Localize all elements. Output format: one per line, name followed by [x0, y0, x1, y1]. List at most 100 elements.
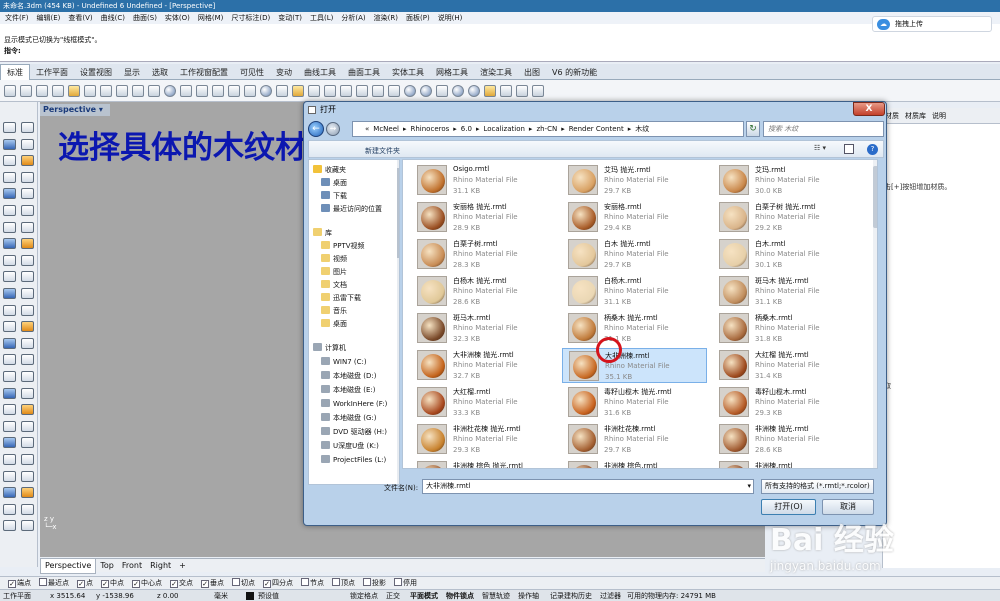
breadcrumb-item[interactable]: Localization: [483, 125, 524, 133]
left-tool-icon[interactable]: [21, 155, 34, 167]
file-item[interactable]: 艾玛 抛光.rmtl Rhino Material File 29.7 KB: [562, 163, 707, 198]
checkbox[interactable]: ✓: [101, 580, 109, 588]
left-tool-icon[interactable]: [3, 387, 16, 399]
right-panel-tab[interactable]: 说明: [929, 108, 949, 124]
menu-item[interactable]: 尺寸标注(D): [231, 14, 270, 22]
file-item[interactable]: 非洲楝.rmtl: [713, 459, 858, 468]
toolbar-tool-icon[interactable]: [436, 84, 448, 97]
nav-item[interactable]: 视频: [321, 254, 347, 264]
left-tool-icon[interactable]: [21, 337, 34, 349]
toolbar-tab[interactable]: 变动: [270, 65, 298, 81]
zoom-icon[interactable]: [196, 84, 208, 97]
checkbox[interactable]: ✓: [263, 580, 271, 588]
file-item[interactable]: 大非洲楝.rmtl Rhino Material File 35.1 KB: [562, 348, 707, 383]
cloud-upload-button[interactable]: ☁ 拖拽上传: [872, 16, 992, 32]
toolbar-tool-icon[interactable]: [516, 84, 528, 97]
breadcrumb-separator-icon[interactable]: ▸: [628, 125, 632, 133]
menu-item[interactable]: 说明(H): [438, 14, 463, 22]
filename-input[interactable]: 大非洲楝.rmtl ▾: [422, 479, 754, 494]
left-tool-icon[interactable]: [21, 371, 34, 382]
left-tool-icon[interactable]: [3, 371, 16, 382]
toolbar-tool-icon[interactable]: [356, 84, 368, 97]
left-tool-icon[interactable]: [3, 205, 16, 216]
left-tool-icon[interactable]: [3, 404, 16, 416]
toolbar-tab[interactable]: 出图: [518, 65, 546, 81]
left-tool-icon[interactable]: [21, 404, 34, 416]
left-tool-icon[interactable]: [3, 138, 16, 150]
file-item[interactable]: 斑马木 抛光.rmtl Rhino Material File 31.1 KB: [713, 274, 858, 309]
file-item[interactable]: 斑马木.rmtl Rhino Material File 32.3 KB: [411, 311, 556, 346]
file-list-scrollbar[interactable]: [873, 160, 877, 468]
breadcrumb-separator-icon[interactable]: ▸: [453, 125, 457, 133]
left-tool-icon[interactable]: [21, 205, 34, 216]
breadcrumb-separator-icon[interactable]: «: [365, 125, 369, 133]
close-button[interactable]: X: [853, 102, 885, 116]
viewport-tab[interactable]: +: [175, 559, 190, 573]
left-tool-icon[interactable]: [21, 188, 34, 200]
checkbox[interactable]: [39, 578, 47, 586]
right-panel-tab[interactable]: 材质库: [902, 108, 929, 124]
nav-item[interactable]: PPTV视频: [321, 241, 365, 251]
open-icon[interactable]: [20, 84, 32, 97]
forward-button[interactable]: →: [326, 122, 340, 136]
status-cplane[interactable]: 工作平面: [3, 590, 31, 601]
osnap-option[interactable]: 最近点: [35, 578, 69, 587]
left-tool-icon[interactable]: [3, 254, 16, 266]
osnap-option[interactable]: 投影: [359, 578, 386, 587]
toolbar-tool-icon[interactable]: [324, 84, 336, 97]
toolbar-tab[interactable]: 曲面工具: [342, 65, 386, 81]
toolbar-tab[interactable]: 可见性: [234, 65, 270, 81]
nav-item[interactable]: 桌面: [321, 319, 347, 329]
toolbar-tab[interactable]: 实体工具: [386, 65, 430, 81]
menu-item[interactable]: 编辑(E): [37, 14, 61, 22]
file-item[interactable]: 大非洲楝 抛光.rmtl Rhino Material File 32.7 KB: [411, 348, 556, 383]
file-item[interactable]: 大红榴.rmtl Rhino Material File 33.3 KB: [411, 385, 556, 420]
breadcrumb-separator-icon[interactable]: ▸: [529, 125, 533, 133]
nav-drive[interactable]: ProjectFiles (L:): [321, 455, 386, 464]
left-tool-icon[interactable]: [21, 503, 34, 515]
checkbox[interactable]: ✓: [77, 580, 85, 588]
status-lock-grid[interactable]: 锁定格点: [350, 590, 378, 601]
osnap-option[interactable]: ✓ 交点: [166, 579, 193, 588]
left-tool-icon[interactable]: [21, 122, 34, 133]
toolbar-tool-icon[interactable]: [468, 84, 480, 97]
breadcrumb-separator-icon[interactable]: ▸: [561, 125, 565, 133]
address-bar[interactable]: «McNeel ▸ Rhinoceros ▸ 6.0 ▸ Localization ▸ zh-C…: [352, 121, 744, 137]
viewport-tab[interactable]: Perspective: [40, 559, 97, 574]
toolbar-tab[interactable]: 显示: [118, 65, 146, 81]
menu-item[interactable]: 查看(V): [68, 14, 92, 22]
left-tool-icon[interactable]: [3, 520, 16, 532]
breadcrumb-item[interactable]: Render Content: [569, 125, 624, 133]
menu-item[interactable]: 曲面(S): [133, 14, 157, 22]
file-item[interactable]: 白栗子树.rmtl Rhino Material File 28.3 KB: [411, 237, 556, 272]
copy-icon[interactable]: [100, 84, 112, 97]
left-tool-icon[interactable]: [3, 337, 16, 349]
paste-icon[interactable]: [116, 84, 128, 97]
breadcrumb-item[interactable]: Rhinoceros: [411, 125, 450, 133]
file-item[interactable]: 大红榴 抛光.rmtl Rhino Material File 31.4 KB: [713, 348, 858, 383]
nav-computer-header[interactable]: 计算机: [313, 343, 346, 353]
zoom-selected-icon[interactable]: [244, 84, 256, 97]
osnap-option[interactable]: 停用: [390, 578, 417, 587]
left-tool-icon[interactable]: [21, 487, 34, 499]
left-tool-icon[interactable]: [3, 288, 16, 299]
left-tool-icon[interactable]: [21, 271, 34, 283]
file-item[interactable]: 安丽格.rmtl Rhino Material File 29.4 KB: [562, 200, 707, 235]
toolbar-tab[interactable]: 曲线工具: [298, 65, 342, 81]
toolbar-tab[interactable]: 选取: [146, 65, 174, 81]
command-prompt[interactable]: 指令:: [0, 46, 1000, 57]
left-tool-icon[interactable]: [3, 221, 16, 233]
nav-drive[interactable]: 本地磁盘 (G:): [321, 413, 376, 423]
viewport-tab[interactable]: Top: [96, 559, 118, 573]
file-item[interactable]: Osigo.rmtl Rhino Material File 31.1 KB: [411, 163, 556, 198]
file-item[interactable]: 柄桑木 抛光.rmtl Rhino Material File 31.1 KB: [562, 311, 707, 346]
nav-favorites-header[interactable]: 收藏夹: [313, 165, 346, 175]
osnap-option[interactable]: ✓ 中点: [97, 579, 124, 588]
nav-library-header[interactable]: 库: [313, 228, 332, 238]
checkbox[interactable]: ✓: [170, 580, 178, 588]
left-tool-icon[interactable]: [3, 271, 16, 283]
import-icon[interactable]: [68, 84, 80, 97]
osnap-option[interactable]: 顶点: [328, 578, 355, 587]
nav-item[interactable]: 音乐: [321, 306, 347, 316]
left-tool-icon[interactable]: [21, 437, 34, 449]
